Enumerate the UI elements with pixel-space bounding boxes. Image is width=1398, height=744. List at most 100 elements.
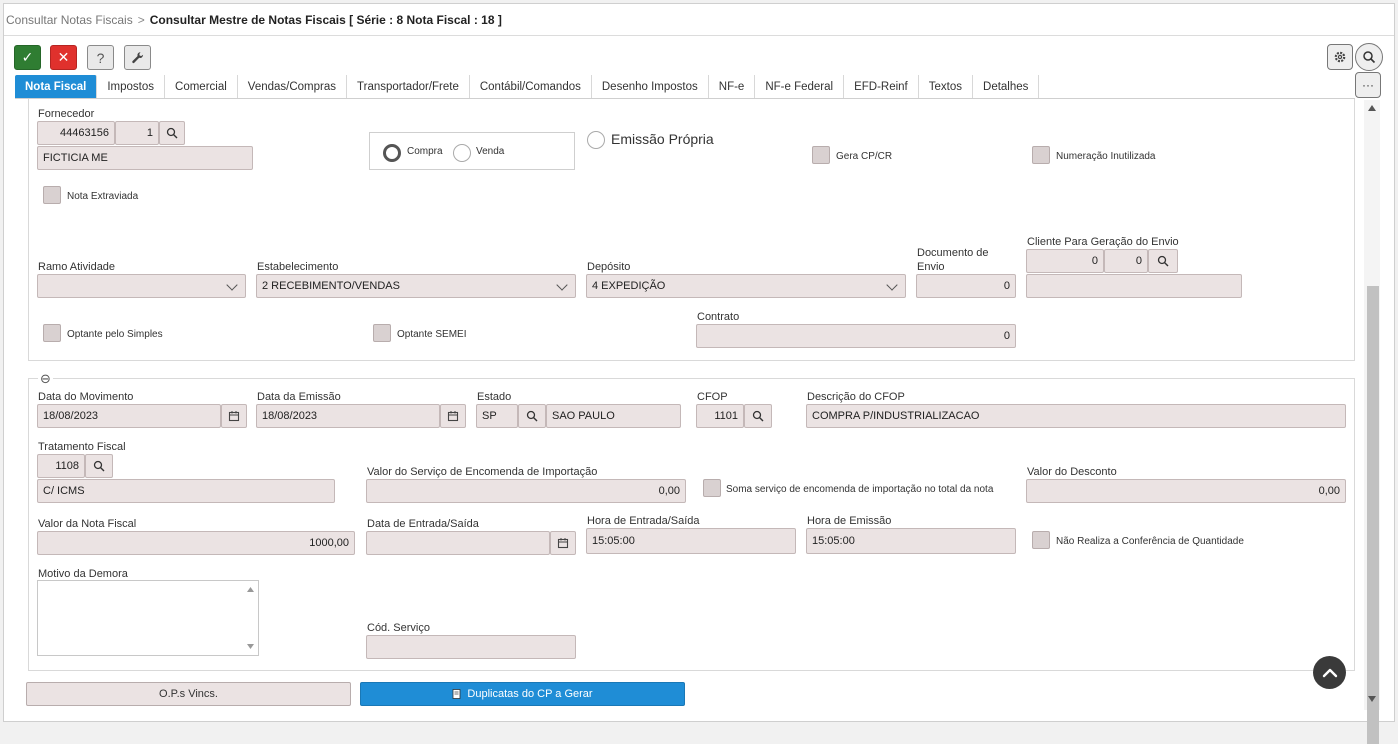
data-emissao-calendar-button[interactable] [440, 404, 466, 428]
confirm-button[interactable]: ✓ [14, 45, 41, 70]
ops-vincs-button[interactable]: O.P.s Vincs. [26, 682, 351, 706]
nota-extraviada-label: Nota Extraviada [67, 191, 139, 202]
data-entrada-saida-label: Data de Entrada/Saída [367, 518, 479, 530]
valor-desconto-field[interactable]: 0,00 [1026, 479, 1346, 503]
optante-semei-checkbox[interactable] [373, 324, 391, 342]
scroll-to-top-button[interactable] [1313, 656, 1346, 689]
duplicatas-button[interactable]: Duplicatas do CP a Gerar [360, 682, 685, 706]
cfop-search-button[interactable] [744, 404, 772, 428]
gera-cp-cr-checkbox[interactable] [812, 146, 830, 164]
fornecedor-code-field[interactable]: 44463156 [37, 121, 115, 145]
estabelecimento-label: Estabelecimento [257, 261, 339, 273]
descricao-cfop-field[interactable]: COMPRA P/INDUSTRIALIZACAO [806, 404, 1346, 428]
data-entrada-saida-field[interactable] [366, 531, 550, 555]
search-icon [1157, 255, 1169, 267]
data-movimento-calendar-button[interactable] [221, 404, 247, 428]
data-movimento-label: Data do Movimento [38, 391, 134, 403]
tab-efd-reinf[interactable]: EFD-Reinf [844, 75, 919, 99]
valor-nota-field[interactable]: 1000,00 [37, 531, 355, 555]
estado-uf-field[interactable]: SP [476, 404, 518, 428]
cliente-envio-seq-field[interactable]: 0 [1104, 249, 1148, 273]
data-entrada-saida-calendar-button[interactable] [550, 531, 576, 555]
tab-textos[interactable]: Textos [919, 75, 974, 99]
data-emissao-field[interactable]: 18/08/2023 [256, 404, 440, 428]
scrollbar-thumb[interactable] [1367, 286, 1379, 744]
tab-contabil-comandos[interactable]: Contábil/Comandos [470, 75, 592, 99]
tab-detalhes[interactable]: Detalhes [973, 75, 1040, 99]
scroll-down-icon[interactable] [1368, 696, 1376, 702]
search-icon [93, 460, 105, 472]
tab-nfe[interactable]: NF-e [709, 75, 756, 99]
tab-impostos[interactable]: Impostos [97, 75, 166, 99]
cliente-envio-name-field[interactable] [1026, 274, 1242, 298]
tab-desenho-impostos[interactable]: Desenho Impostos [592, 75, 709, 99]
contrato-label: Contrato [697, 311, 740, 323]
data-movimento-field[interactable]: 18/08/2023 [37, 404, 221, 428]
ellipsis-icon: ··· [1362, 78, 1374, 92]
gear-icon [1334, 51, 1346, 63]
compra-radio[interactable] [383, 144, 401, 162]
estado-name-field[interactable]: SAO PAULO [546, 404, 681, 428]
nota-extraviada-checkbox[interactable] [43, 186, 61, 204]
motivo-demora-textarea[interactable] [37, 580, 259, 656]
cliente-envio-search-button[interactable] [1148, 249, 1178, 273]
venda-radio[interactable] [453, 144, 471, 162]
compra-label: Compra [407, 146, 443, 157]
cliente-envio-code-field[interactable]: 0 [1026, 249, 1104, 273]
search-button[interactable] [1355, 43, 1383, 71]
venda-label: Venda [476, 146, 505, 157]
fornecedor-label: Fornecedor [38, 108, 95, 120]
contrato-field[interactable]: 0 [696, 324, 1016, 348]
optante-simples-checkbox[interactable] [43, 324, 61, 342]
estabelecimento-select[interactable]: 2 RECEBIMENTO/VENDAS [256, 274, 576, 298]
estado-label: Estado [477, 391, 512, 403]
nao-realiza-conferencia-label: Não Realiza a Conferência de Quantidade [1056, 536, 1244, 547]
calendar-icon [557, 538, 569, 549]
close-icon: ✕ [57, 49, 70, 65]
header-divider [4, 35, 1394, 36]
estado-search-button[interactable] [518, 404, 546, 428]
valor-servico-importacao-field[interactable]: 0,00 [366, 479, 686, 503]
tab-nota-fiscal[interactable]: Nota Fiscal [15, 75, 98, 99]
cfop-field[interactable]: 1101 [696, 404, 744, 428]
tratamento-fiscal-code-field[interactable]: 1108 [37, 454, 85, 478]
fornecedor-name-field[interactable]: FICTICIA ME [37, 146, 253, 170]
deposito-label: Depósito [587, 261, 631, 273]
breadcrumb-parent[interactable]: Consultar Notas Fiscais [6, 13, 133, 27]
tratamento-fiscal-search-button[interactable] [85, 454, 113, 478]
scroll-up-icon[interactable] [1368, 105, 1376, 111]
search-icon [1363, 51, 1376, 64]
tratamento-fiscal-desc-field[interactable]: C/ ICMS [37, 479, 335, 503]
fornecedor-seq-field[interactable]: 1 [115, 121, 159, 145]
tab-bar: Nota Fiscal Impostos Comercial Vendas/Co… [15, 75, 1040, 99]
breadcrumb: Consultar Notas Fiscais > Consultar Mestre… [6, 13, 502, 27]
textarea-scroll-up-icon[interactable] [247, 587, 254, 592]
scrollbar[interactable] [1364, 100, 1380, 744]
hora-entrada-saida-field[interactable]: 15:05:00 [586, 528, 796, 554]
tab-comercial[interactable]: Comercial [165, 75, 238, 99]
collapse-section-icon[interactable]: ⊖ [38, 371, 53, 387]
tools-button[interactable] [124, 45, 151, 70]
numeracao-inutilizada-checkbox[interactable] [1032, 146, 1050, 164]
tab-nfe-federal[interactable]: NF-e Federal [755, 75, 845, 99]
ramo-atividade-select[interactable] [37, 274, 246, 298]
cod-servico-label: Cód. Serviço [367, 622, 430, 634]
documento-envio-field[interactable]: 0 [916, 274, 1016, 298]
document-icon [453, 688, 461, 699]
soma-servico-checkbox[interactable] [703, 479, 721, 497]
tab-transportador-frete[interactable]: Transportador/Frete [347, 75, 470, 99]
more-options-button[interactable]: ··· [1355, 72, 1381, 98]
tab-vendas-compras[interactable]: Vendas/Compras [238, 75, 348, 99]
duplicatas-label: Duplicatas do CP a Gerar [467, 688, 593, 700]
nao-realiza-conferencia-checkbox[interactable] [1032, 531, 1050, 549]
valor-nota-label: Valor da Nota Fiscal [38, 518, 137, 530]
emissao-propria-radio[interactable] [587, 131, 605, 149]
cod-servico-field[interactable] [366, 635, 576, 659]
cancel-button[interactable]: ✕ [50, 45, 77, 70]
help-button[interactable]: ? [87, 45, 114, 70]
hora-emissao-field[interactable]: 15:05:00 [806, 528, 1016, 554]
textarea-scroll-down-icon[interactable] [247, 644, 254, 649]
deposito-select[interactable]: 4 EXPEDIÇÃO [586, 274, 906, 298]
settings-button[interactable] [1327, 44, 1353, 70]
fornecedor-search-button[interactable] [159, 121, 185, 145]
